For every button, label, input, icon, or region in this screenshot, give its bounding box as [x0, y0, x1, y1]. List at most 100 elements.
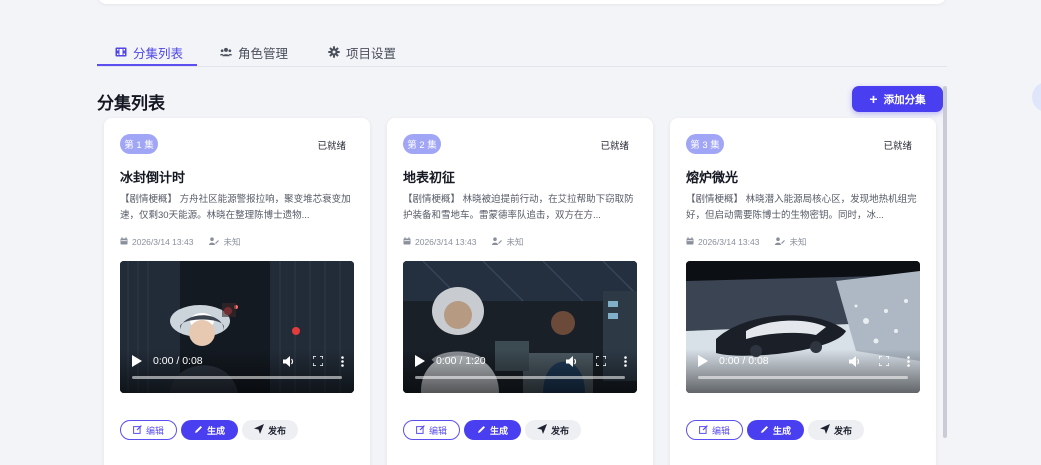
episode-card: 第 1 集 已就绪 冰封倒计时 【剧情梗概】 方舟社区能源警报拉响，聚变堆芯衰变…: [104, 118, 370, 465]
publish-button[interactable]: 发布: [808, 420, 864, 440]
tab-label: 分集列表: [133, 46, 184, 61]
more-options-icon[interactable]: [341, 355, 344, 367]
play-icon[interactable]: [132, 355, 142, 367]
publish-label: 发布: [267, 425, 286, 436]
add-episode-label: 添加分集: [883, 93, 926, 106]
edit-button[interactable]: 编辑: [686, 420, 743, 440]
video-controls: 0:00 / 1:20: [403, 349, 637, 393]
fullscreen-icon[interactable]: [596, 356, 606, 366]
episode-title: 熔炉微光: [686, 170, 739, 185]
episode-title: 冰封倒计时: [120, 170, 186, 185]
tab-project-settings[interactable]: 项目设置: [328, 38, 396, 66]
more-options-icon[interactable]: [624, 355, 627, 367]
generate-button[interactable]: 生成: [464, 420, 521, 440]
gear-icon: [328, 46, 340, 58]
tab-bar: 分集列表 角色管理 项目设置: [97, 38, 947, 67]
calendar-icon: [403, 237, 411, 247]
status-label: 已就绪: [883, 141, 912, 152]
tab-label: 项目设置: [346, 46, 397, 61]
floating-assistant-button[interactable]: [1032, 82, 1041, 112]
video-progress-bar[interactable]: [415, 376, 625, 379]
episode-description: 【剧情梗概】 方舟社区能源警报拉响，聚变堆芯衰变加速，仅剩30天能源。林晓在整理…: [120, 194, 351, 221]
video-time: 0:00 / 0:08: [153, 355, 203, 367]
user-edit-icon: [492, 237, 503, 247]
episode-date: 2026/3/14 13:43: [415, 237, 477, 247]
calendar-icon: [686, 237, 694, 247]
add-episode-button[interactable]: + 添加分集: [852, 86, 943, 112]
status-label: 已就绪: [317, 141, 346, 152]
send-icon: [536, 424, 547, 436]
episode-meta: 2026/3/14 13:43 未知: [120, 236, 240, 248]
episode-author: 未知: [223, 237, 241, 247]
card-actions: 编辑 生成 发布: [403, 420, 581, 440]
video-player[interactable]: 0:00 / 0:08: [120, 261, 354, 393]
fullscreen-icon[interactable]: [879, 356, 889, 366]
user-edit-icon: [775, 237, 786, 247]
play-icon[interactable]: [698, 355, 708, 367]
top-panel: [97, 0, 947, 4]
episode-date: 2026/3/14 13:43: [132, 237, 194, 247]
status-label: 已就绪: [600, 141, 629, 152]
volume-icon[interactable]: [849, 355, 861, 367]
video-progress-bar[interactable]: [698, 376, 908, 379]
publish-label: 发布: [833, 425, 852, 436]
page-title: 分集列表: [97, 94, 165, 113]
send-icon: [253, 424, 264, 436]
video-player[interactable]: 0:00 / 0:08: [686, 261, 920, 393]
video-progress-bar[interactable]: [132, 376, 342, 379]
pencil-icon: [477, 425, 486, 436]
edit-icon: [133, 424, 142, 436]
episode-author: 未知: [506, 237, 524, 247]
generate-button[interactable]: 生成: [747, 420, 804, 440]
edit-label: 编辑: [428, 425, 447, 436]
card-actions: 编辑 生成 发布: [686, 420, 864, 440]
tab-episode-list[interactable]: 分集列表: [115, 38, 183, 66]
generate-label: 生成: [772, 425, 791, 436]
users-icon: [220, 46, 232, 58]
video-player[interactable]: 0:00 / 1:20: [403, 261, 637, 393]
episode-date: 2026/3/14 13:43: [698, 237, 760, 247]
generate-label: 生成: [489, 425, 508, 436]
episode-badge: 第 1 集: [120, 134, 158, 154]
more-options-icon[interactable]: [907, 355, 910, 367]
calendar-icon: [120, 237, 128, 247]
publish-label: 发布: [550, 425, 569, 436]
episode-badge: 第 2 集: [403, 134, 441, 154]
active-tab-indicator: [97, 64, 197, 66]
episode-description: 【剧情梗概】 林晓潜入能源局核心区，发现地热机组完好，但启动需要陈博士的生物密钥…: [686, 194, 917, 221]
edit-label: 编辑: [145, 425, 164, 436]
fullscreen-icon[interactable]: [313, 356, 323, 366]
video-time: 0:00 / 0:08: [719, 355, 769, 367]
episode-meta: 2026/3/14 13:43 未知: [686, 236, 806, 248]
publish-button[interactable]: 发布: [242, 420, 298, 440]
scrollbar-thumb[interactable]: [943, 86, 947, 438]
publish-button[interactable]: 发布: [525, 420, 581, 440]
episode-description: 【剧情梗概】 林晓被迫提前行动，在艾拉帮助下窃取防护装备和雪地车。雷蒙德率队追击…: [403, 194, 634, 221]
episode-title: 地表初征: [403, 170, 456, 185]
plus-icon: +: [869, 91, 878, 107]
generate-button[interactable]: 生成: [181, 420, 238, 440]
video-time: 0:00 / 1:20: [436, 355, 486, 367]
user-edit-icon: [209, 237, 220, 247]
video-controls: 0:00 / 0:08: [686, 349, 920, 393]
edit-button[interactable]: 编辑: [120, 420, 177, 440]
card-actions: 编辑 生成 发布: [120, 420, 298, 440]
tab-character-management[interactable]: 角色管理: [220, 38, 288, 66]
edit-label: 编辑: [711, 425, 730, 436]
generate-label: 生成: [206, 425, 225, 436]
edit-button[interactable]: 编辑: [403, 420, 460, 440]
pencil-icon: [760, 425, 769, 436]
tab-label: 角色管理: [238, 46, 289, 61]
episode-badge: 第 3 集: [686, 134, 724, 154]
episode-author: 未知: [789, 237, 807, 247]
episode-card: 第 3 集 已就绪 熔炉微光 【剧情梗概】 林晓潜入能源局核心区，发现地热机组完…: [670, 118, 936, 465]
pencil-icon: [194, 425, 203, 436]
episode-meta: 2026/3/14 13:43 未知: [403, 236, 523, 248]
volume-icon[interactable]: [283, 355, 295, 367]
volume-icon[interactable]: [566, 355, 578, 367]
video-controls: 0:00 / 0:08: [120, 349, 354, 393]
play-icon[interactable]: [415, 355, 425, 367]
send-icon: [819, 424, 830, 436]
edit-icon: [699, 424, 708, 436]
film-icon: [115, 46, 127, 58]
